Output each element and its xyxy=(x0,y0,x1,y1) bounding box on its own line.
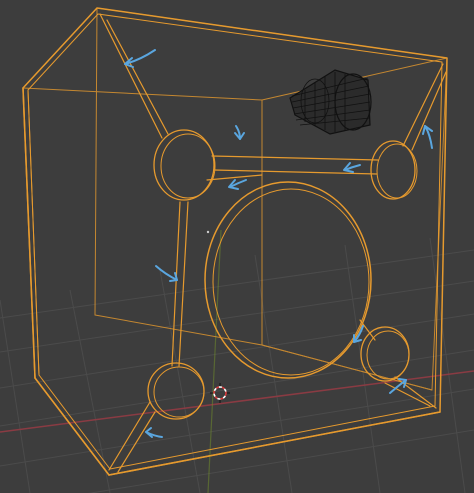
cabinet-back-face xyxy=(22,7,448,391)
annotation-arrow xyxy=(124,49,156,68)
woofer-hole xyxy=(204,181,372,379)
annotation-arrow xyxy=(234,125,245,140)
annotation-arrow xyxy=(422,125,433,149)
cabinet-braces xyxy=(99,13,447,473)
hole-top-left xyxy=(153,129,216,201)
hole-top-right xyxy=(370,140,418,200)
annotation-arrow xyxy=(155,265,178,282)
annotation-arrow xyxy=(228,179,247,190)
hole-bottom-left xyxy=(147,362,205,420)
object-origin-dot xyxy=(206,230,210,234)
cabinet-front-face xyxy=(22,7,448,476)
annotation-arrow xyxy=(343,162,361,173)
speaker-cabinet[interactable] xyxy=(22,7,448,476)
viewport-canvas[interactable] xyxy=(0,0,474,493)
annotation-arrow xyxy=(145,427,163,438)
floor-grid xyxy=(0,237,474,493)
port-cylinder xyxy=(289,69,372,135)
3d-viewport[interactable] xyxy=(0,0,474,493)
hole-bottom-right xyxy=(360,326,410,382)
